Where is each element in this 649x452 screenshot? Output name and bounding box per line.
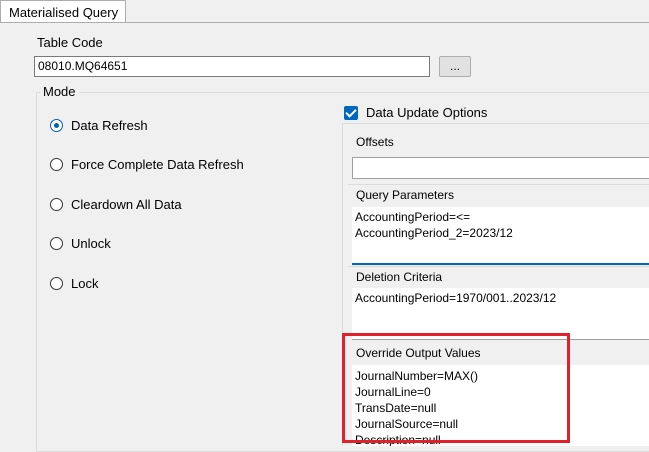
data-update-options-checkbox[interactable] [344, 106, 358, 120]
mode-title: Mode [40, 84, 79, 99]
radio-label: Cleardown All Data [71, 197, 182, 212]
radio-label: Data Refresh [71, 118, 148, 133]
divider [348, 184, 649, 185]
radio-label: Unlock [71, 236, 111, 251]
radio-button-icon [50, 119, 63, 132]
tab-materialised-query[interactable]: Materialised Query [0, 0, 126, 23]
table-code-input[interactable]: 08010.MQ64651 [34, 56, 430, 77]
deletion-criteria-line: AccountingPeriod=1970/001..2023/12 [355, 291, 557, 305]
divider [348, 266, 649, 267]
table-code-label: Table Code [37, 35, 103, 50]
radio-button-icon [50, 158, 63, 171]
radio-label: Force Complete Data Refresh [71, 157, 244, 172]
browse-button[interactable]: ... [439, 56, 471, 77]
radio-button-icon [50, 277, 63, 290]
query-parameters-label: Query Parameters [353, 188, 649, 206]
radio-button-icon [50, 237, 63, 250]
offsets-input[interactable] [352, 157, 649, 179]
highlight-box [342, 333, 570, 443]
offsets-label: Offsets [353, 135, 649, 155]
data-update-options-label: Data Update Options [366, 105, 488, 120]
radio-label: Lock [71, 276, 99, 291]
radio-button-icon [50, 198, 63, 211]
tab-divider [0, 22, 649, 23]
query-parameters-textarea[interactable]: AccountingPeriod=<= AccountingPeriod_2=2… [352, 207, 649, 265]
deletion-criteria-label: Deletion Criteria [353, 270, 649, 288]
query-param-line: AccountingPeriod_2=2023/12 [355, 226, 513, 240]
query-param-line: AccountingPeriod=<= [355, 210, 471, 224]
